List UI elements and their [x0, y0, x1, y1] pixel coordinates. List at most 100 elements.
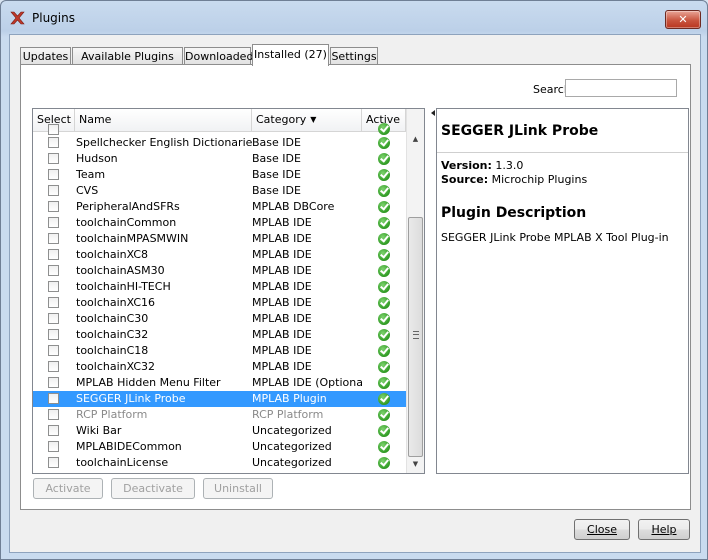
button-label: Uninstall	[214, 482, 262, 495]
row-checkbox[interactable]	[48, 124, 59, 135]
source-line: Source: Microchip Plugins	[441, 173, 684, 187]
close-button[interactable]: Close	[574, 519, 630, 540]
row-checkbox[interactable]	[48, 329, 59, 340]
table-row[interactable]: Team Base IDE	[33, 167, 406, 183]
active-cell	[362, 455, 406, 471]
column-header-category[interactable]: Category ▼	[252, 109, 362, 131]
table-row[interactable]: toolchainCommon MPLAB IDE	[33, 215, 406, 231]
tab-available-plugins[interactable]: Available Plugins (22)	[72, 47, 183, 80]
source-label: Source:	[441, 173, 489, 186]
table-row[interactable]: Wiki Bar Uncategorized	[33, 423, 406, 439]
deactivate-button[interactable]: Deactivate	[111, 478, 195, 499]
table-row[interactable]: PeripheralAndSFRs MPLAB DBCore	[33, 199, 406, 215]
active-cell	[362, 375, 406, 391]
row-checkbox[interactable]	[48, 297, 59, 308]
row-checkbox[interactable]	[48, 185, 59, 196]
table-row[interactable]: toolchainC30 MPLAB IDE	[33, 311, 406, 327]
active-cell	[362, 167, 406, 183]
active-check-icon	[378, 297, 390, 309]
row-checkbox[interactable]	[48, 313, 59, 324]
active-check-icon	[378, 185, 390, 197]
row-checkbox[interactable]	[48, 425, 59, 436]
table-row[interactable]: toolchainXC8 MPLAB IDE	[33, 247, 406, 263]
row-checkbox[interactable]	[48, 457, 59, 468]
dialog-content: Updates Available Plugins (22) Downloade…	[9, 34, 701, 553]
table-row[interactable]: MPLABIDECommon Uncategorized	[33, 439, 406, 455]
tab-downloaded[interactable]: Downloaded	[184, 47, 253, 64]
row-checkbox[interactable]	[48, 409, 59, 420]
table-row[interactable]: Hudson Base IDE	[33, 151, 406, 167]
app-logo-icon	[10, 11, 25, 25]
plugin-category: MPLAB Plugin	[252, 392, 327, 405]
detail-body: Version: 1.3.0 Source: Microchip Plugins…	[441, 159, 684, 244]
row-checkbox[interactable]	[48, 281, 59, 292]
help-button[interactable]: Help	[638, 519, 690, 540]
window-close-button[interactable]: ✕	[665, 10, 701, 29]
select-cell	[33, 311, 75, 327]
plugin-name: MPLABIDECommon	[76, 440, 182, 453]
active-check-icon	[378, 217, 390, 229]
table-row[interactable]: toolchainHI-TECH MPLAB IDE	[33, 279, 406, 295]
row-checkbox[interactable]	[48, 441, 59, 452]
row-checkbox[interactable]	[48, 265, 59, 276]
plugin-name: toolchainCommon	[76, 216, 177, 229]
row-checkbox[interactable]	[48, 169, 59, 180]
row-checkbox[interactable]	[48, 153, 59, 164]
active-cell	[362, 151, 406, 167]
row-checkbox[interactable]	[48, 233, 59, 244]
row-checkbox[interactable]	[48, 137, 59, 148]
tab-installed[interactable]: Installed (27)	[252, 44, 329, 66]
plugin-name: toolchainMPASMWIN	[76, 232, 189, 245]
active-check-icon	[378, 361, 390, 373]
select-cell	[33, 151, 75, 167]
scroll-up-arrow-icon[interactable]: ▲	[407, 131, 424, 148]
detail-title: SEGGER JLink Probe	[441, 123, 599, 139]
tab-settings[interactable]: Settings	[330, 47, 378, 64]
active-check-icon	[378, 265, 390, 277]
plugin-category: Base IDE	[252, 136, 301, 149]
button-label: Help	[651, 523, 677, 536]
button-label: Activate	[45, 482, 91, 495]
activate-button[interactable]: Activate	[33, 478, 103, 499]
table-row[interactable]: SEGGER JLink Probe MPLAB Plugin	[33, 391, 406, 407]
select-cell	[33, 279, 75, 295]
table-row[interactable]: RCP Platform RCP Platform	[33, 407, 406, 423]
table-row[interactable]: CVS Base IDE	[33, 183, 406, 199]
table-row[interactable]: MPLAB Hidden Menu Filter MPLAB IDE (Optio…	[33, 375, 406, 391]
active-check-icon	[378, 329, 390, 341]
select-cell	[33, 359, 75, 375]
table-row[interactable]: toolchainLicense Uncategorized	[33, 455, 406, 471]
scrollbar-thumb[interactable]	[408, 217, 423, 457]
plugin-name: toolchainC18	[76, 344, 149, 357]
plugin-category: Base IDE	[252, 152, 301, 165]
table-row[interactable]: toolchainXC32 MPLAB IDE	[33, 359, 406, 375]
row-checkbox[interactable]	[48, 361, 59, 372]
scroll-down-arrow-icon[interactable]: ▼	[407, 456, 424, 473]
row-checkbox[interactable]	[48, 217, 59, 228]
search-input[interactable]	[565, 79, 677, 97]
tab-updates[interactable]: Updates	[20, 47, 71, 64]
row-checkbox[interactable]	[48, 377, 59, 388]
plugin-category: MPLAB IDE	[252, 344, 312, 357]
table-row[interactable]: toolchainMPASMWIN MPLAB IDE	[33, 231, 406, 247]
row-checkbox[interactable]	[48, 249, 59, 260]
select-cell	[33, 199, 75, 215]
table-vertical-scrollbar[interactable]: ▲ ▼	[406, 109, 424, 473]
uninstall-button[interactable]: Uninstall	[203, 478, 273, 499]
row-checkbox[interactable]	[48, 345, 59, 356]
title-bar[interactable]: Plugins ✕	[1, 1, 707, 35]
active-check-icon	[378, 313, 390, 325]
row-checkbox[interactable]	[48, 393, 59, 404]
table-row[interactable]: toolchainC32 MPLAB IDE	[33, 327, 406, 343]
table-row[interactable]: toolchainXC16 MPLAB IDE	[33, 295, 406, 311]
button-label: Deactivate	[123, 482, 183, 495]
row-checkbox[interactable]	[48, 201, 59, 212]
plugin-name: toolchainXC8	[76, 248, 149, 261]
active-cell	[362, 215, 406, 231]
table-row[interactable]: toolchainASM30 MPLAB IDE	[33, 263, 406, 279]
table-row[interactable]: Spellchecker English Dictionaries Base ID…	[33, 135, 406, 151]
table-row[interactable]: toolchainC18 MPLAB IDE	[33, 343, 406, 359]
plugin-name: toolchainASM30	[76, 264, 165, 277]
column-header-name[interactable]: Name	[75, 109, 252, 131]
plugin-name: Wiki Bar	[76, 424, 122, 437]
